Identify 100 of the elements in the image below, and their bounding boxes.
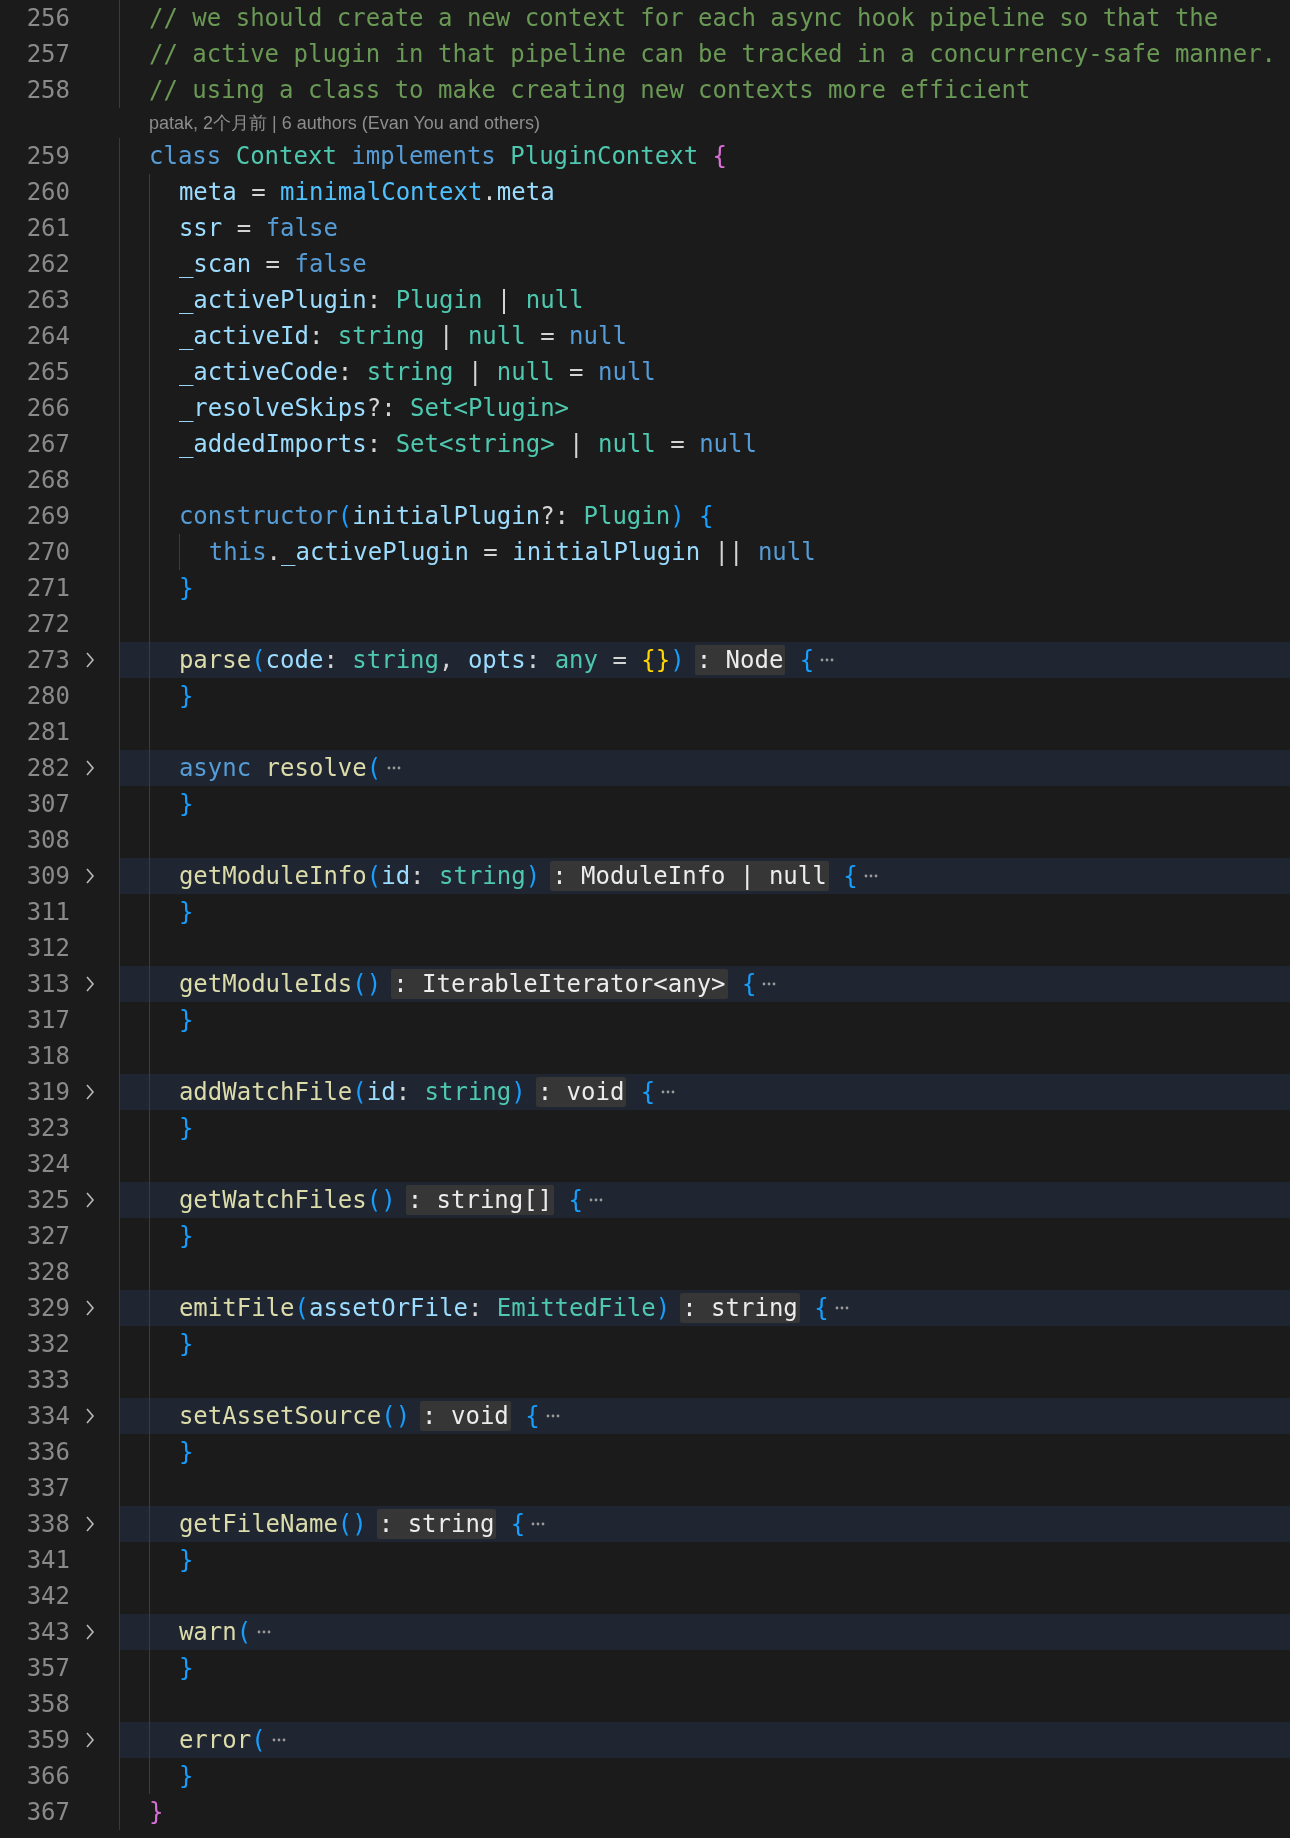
code-text: { bbox=[842, 861, 858, 891]
chevron-icon[interactable] bbox=[85, 867, 95, 885]
code-text: } bbox=[178, 1653, 194, 1683]
code-text: _activeCode: string | null = null bbox=[178, 357, 656, 387]
line-number: 337 bbox=[25, 1474, 70, 1502]
chevron-icon[interactable] bbox=[85, 651, 95, 669]
chevron-icon[interactable] bbox=[85, 1515, 95, 1533]
line-number: 256 bbox=[25, 4, 70, 32]
code-text: { bbox=[639, 1077, 656, 1107]
code-text: error( bbox=[178, 1725, 266, 1755]
line-number: 270 bbox=[25, 538, 70, 566]
ellipsis-icon[interactable] bbox=[863, 873, 878, 879]
code-text: getWatchFiles() bbox=[178, 1185, 396, 1215]
inlay-hint: : Node bbox=[694, 645, 786, 675]
line-number: 334 bbox=[25, 1402, 70, 1430]
code-text: emitFile(assetOrFile: EmittedFile) bbox=[178, 1293, 671, 1323]
ellipsis-icon[interactable] bbox=[834, 1305, 849, 1311]
code-text: getFileName() bbox=[178, 1509, 367, 1539]
code-text: { bbox=[798, 645, 815, 675]
line-number: 309 bbox=[25, 862, 70, 890]
line-number: 358 bbox=[25, 1690, 70, 1718]
line-number: 324 bbox=[25, 1150, 70, 1178]
line-number: 266 bbox=[25, 394, 70, 422]
blame-annotation: patak, 2个月前 | 6 authors (Evan You and others) bbox=[149, 112, 540, 135]
code-text: ssr = false bbox=[178, 213, 338, 243]
ellipsis-icon[interactable] bbox=[545, 1413, 560, 1419]
chevron-icon[interactable] bbox=[85, 1407, 95, 1425]
line-number: 262 bbox=[25, 250, 70, 278]
code-text: _activePlugin: Plugin | null bbox=[178, 285, 584, 315]
inlay-hint: : void bbox=[420, 1401, 511, 1431]
line-number: 338 bbox=[25, 1510, 70, 1538]
line-number: 272 bbox=[25, 610, 70, 638]
line-number: 357 bbox=[25, 1654, 70, 1682]
chevron-icon[interactable] bbox=[85, 975, 95, 993]
line-number: 257 bbox=[25, 40, 70, 68]
code-text: } bbox=[178, 789, 194, 819]
code-text: // using a class to make creating new contexts more efficient bbox=[149, 75, 1031, 105]
code-text: { bbox=[567, 1185, 584, 1215]
code-text: parse(code: string, opts: any = {}) bbox=[178, 645, 685, 675]
ellipsis-icon[interactable] bbox=[661, 1089, 676, 1095]
code-text: { bbox=[509, 1509, 526, 1539]
line-number: 311 bbox=[25, 898, 70, 926]
chevron-icon[interactable] bbox=[85, 1083, 95, 1101]
line-number: 307 bbox=[25, 790, 70, 818]
ellipsis-icon[interactable] bbox=[762, 981, 777, 987]
code-text: setAssetSource() bbox=[178, 1401, 411, 1431]
inlay-hint: : ModuleInfo | null bbox=[550, 861, 829, 891]
chevron-icon[interactable] bbox=[85, 1623, 95, 1641]
line-number: 341 bbox=[25, 1546, 70, 1574]
ellipsis-icon[interactable] bbox=[820, 657, 835, 663]
line-number: 329 bbox=[25, 1294, 70, 1322]
code-text: { bbox=[813, 1293, 829, 1323]
line-number: 332 bbox=[25, 1330, 70, 1358]
line-number: 263 bbox=[25, 286, 70, 314]
line-number: 264 bbox=[25, 322, 70, 350]
code-text: } bbox=[178, 1113, 194, 1143]
line-number: 268 bbox=[25, 466, 70, 494]
inlay-hint: : void bbox=[535, 1077, 627, 1107]
code-text: _addedImports: Set<string> | null = null bbox=[178, 429, 757, 459]
code-text: class Context implements PluginContext { bbox=[149, 141, 727, 171]
code-text: } bbox=[178, 897, 194, 927]
line-number: 280 bbox=[25, 682, 70, 710]
code-text: { bbox=[741, 969, 757, 999]
code-text: { bbox=[524, 1401, 540, 1431]
line-number: 273 bbox=[25, 646, 70, 674]
code-text: } bbox=[178, 1545, 194, 1575]
inlay-hint: : string[] bbox=[405, 1185, 555, 1215]
line-number: 258 bbox=[25, 76, 70, 104]
code-text: } bbox=[178, 573, 194, 603]
ellipsis-icon[interactable] bbox=[257, 1629, 272, 1635]
line-number: 265 bbox=[25, 358, 70, 386]
code-text: } bbox=[178, 1221, 194, 1251]
ellipsis-icon[interactable] bbox=[387, 765, 402, 771]
ellipsis-icon[interactable] bbox=[531, 1521, 546, 1527]
line-number: 281 bbox=[25, 718, 70, 746]
line-number: 308 bbox=[25, 826, 70, 854]
code-text: } bbox=[178, 681, 194, 711]
line-number: 342 bbox=[25, 1582, 70, 1610]
line-number: 267 bbox=[25, 430, 70, 458]
chevron-icon[interactable] bbox=[85, 1299, 95, 1317]
chevron-icon[interactable] bbox=[85, 1191, 95, 1209]
code-text: this._activePlugin = initialPlugin || null bbox=[208, 537, 816, 567]
code-text: } bbox=[178, 1329, 194, 1359]
code-text: getModuleInfo(id: string) bbox=[178, 861, 541, 891]
code-text: warn( bbox=[178, 1617, 252, 1647]
code-text: _activeId: string | null = null bbox=[178, 321, 627, 351]
line-number: 312 bbox=[25, 934, 70, 962]
chevron-icon[interactable] bbox=[85, 1731, 95, 1749]
line-number: 333 bbox=[25, 1366, 70, 1394]
line-number: 325 bbox=[25, 1186, 70, 1214]
chevron-icon[interactable] bbox=[85, 759, 95, 777]
line-number: 269 bbox=[25, 502, 70, 530]
line-number: 317 bbox=[25, 1006, 70, 1034]
ellipsis-icon[interactable] bbox=[271, 1737, 286, 1743]
ellipsis-icon[interactable] bbox=[589, 1197, 604, 1203]
line-number: 343 bbox=[25, 1618, 70, 1646]
line-number: 282 bbox=[25, 754, 70, 782]
line-number: 313 bbox=[25, 970, 70, 998]
code-text: getModuleIds() bbox=[178, 969, 382, 999]
line-number: 323 bbox=[25, 1114, 70, 1142]
